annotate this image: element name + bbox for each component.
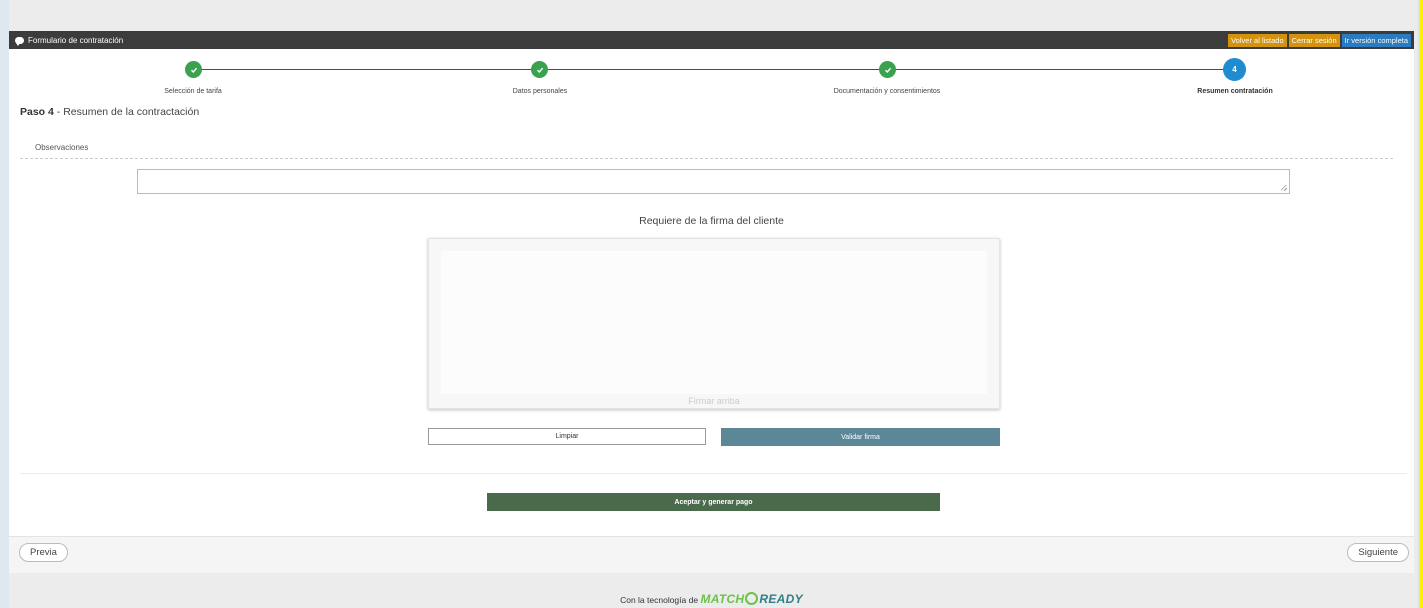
page-title: Paso 4 - Resumen de la contractación (20, 106, 199, 118)
step-title: - Resumen de la contractación (53, 106, 200, 118)
signature-canvas[interactable] (441, 251, 987, 394)
resize-grip-icon[interactable] (1281, 185, 1287, 191)
observations-label: Observaciones (35, 143, 89, 152)
header-title: Formulario de contratación (28, 35, 124, 45)
full-version-button[interactable]: Ir versión completa (1341, 33, 1411, 47)
step-2-label: Datos personales (512, 88, 568, 95)
step-3-check-icon[interactable] (879, 61, 896, 78)
footer-text: Con la tecnología de (620, 595, 699, 605)
brand-ring-icon (745, 592, 759, 605)
step-1-check-icon[interactable] (185, 61, 202, 78)
header-actions: Volver al listado Cerrar sesión Ir versi… (1228, 33, 1414, 47)
step-4-label: Resumen contratación (1197, 88, 1273, 95)
validate-signature-button[interactable]: Validar firma (721, 428, 1000, 446)
accept-and-pay-button[interactable]: Aceptar y generar pago (487, 493, 940, 511)
observations-textarea[interactable] (137, 169, 1290, 194)
step-3-label: Documentación y consentimientos (833, 88, 941, 95)
clear-signature-button[interactable]: Limpiar (428, 428, 706, 445)
app-header: Formulario de contratación Volver al lis… (9, 31, 1414, 49)
observations-divider (20, 158, 1393, 159)
brand-part-2: READY (759, 592, 803, 606)
step-prefix: Paso 4 (20, 106, 54, 118)
logout-button[interactable]: Cerrar sesión (1288, 33, 1340, 47)
window-edge (1419, 0, 1423, 608)
signature-title: Requiere de la firma del cliente (639, 215, 784, 227)
wizard-nav-bar (9, 536, 1414, 573)
matchready-logo[interactable]: MATCH READY (700, 592, 803, 606)
section-divider (20, 473, 1407, 474)
back-to-list-button[interactable]: Volver al listado (1228, 33, 1287, 47)
stepper-line (186, 69, 1234, 70)
step-1-label: Selección de tarifa (164, 88, 222, 95)
header-title-group: Formulario de contratación (9, 35, 124, 46)
brand-part-1: MATCH (700, 592, 745, 606)
step-4-current[interactable]: 4 (1224, 59, 1245, 80)
signature-pad[interactable]: Firmar arriba (428, 238, 1000, 409)
step-2-check-icon[interactable] (531, 61, 548, 78)
previous-button[interactable]: Previa (19, 543, 68, 562)
signature-hint: Firmar arriba (688, 396, 740, 406)
next-button[interactable]: Siguiente (1347, 543, 1409, 562)
chat-icon (15, 36, 24, 46)
footer: Con la tecnología de MATCH READY (0, 592, 1423, 606)
